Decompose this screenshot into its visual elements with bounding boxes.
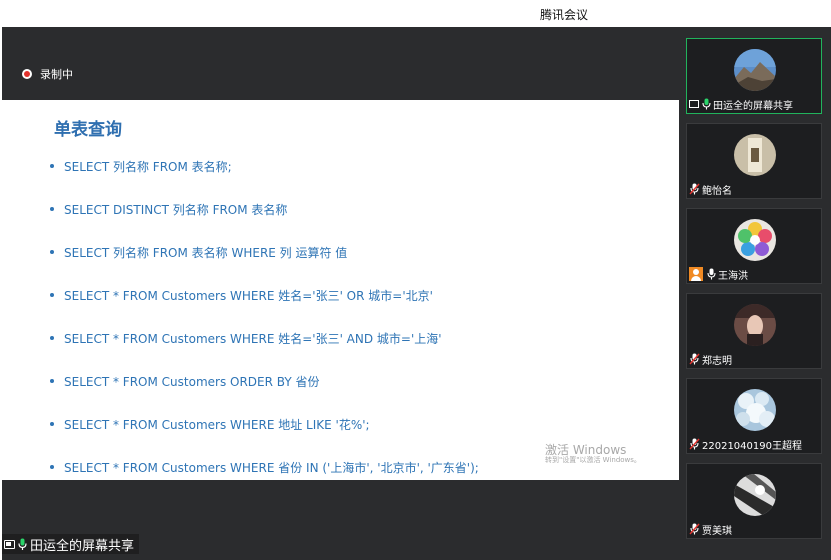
participant-tile[interactable]: 22021040190王超程 xyxy=(686,378,822,454)
mic-icon xyxy=(707,268,716,280)
participant-name: 田运全的屏幕共享 xyxy=(713,100,793,112)
participant-name: 22021040190王超程 xyxy=(702,440,802,452)
screen-share-icon xyxy=(4,539,15,549)
participant-label: 郑志明 xyxy=(689,352,732,367)
mic-muted-icon xyxy=(689,523,700,535)
snow-avatar xyxy=(734,389,776,431)
flower-avatar xyxy=(734,219,776,261)
bullet-icon xyxy=(50,163,54,168)
watermark-subtitle: 转到"设置"以激活 Windows。 xyxy=(545,455,641,464)
mic-muted-icon xyxy=(689,438,700,450)
mic-icon xyxy=(702,98,711,110)
shared-screen-area: 录制中 单表查询 SELECT 列名称 FROM 表名称; SELECT DIS… xyxy=(2,27,679,560)
record-icon xyxy=(22,69,32,79)
mic-muted-icon xyxy=(689,183,700,195)
list-item: SELECT * FROM Customers WHERE 姓名='张三' OR… xyxy=(50,274,479,317)
photo-avatar xyxy=(734,134,776,176)
participant-tile[interactable]: 贾美琪 xyxy=(686,463,822,539)
share-label-text: 田运全的屏幕共享 xyxy=(30,538,135,554)
bullet-icon xyxy=(50,249,54,254)
list-item: SELECT 列名称 FROM 表名称; xyxy=(50,145,479,188)
recording-label: 录制中 xyxy=(40,68,73,81)
slide-bullet-list: SELECT 列名称 FROM 表名称; SELECT DISTINCT 列名称… xyxy=(50,145,479,489)
participant-label: 鲍怡名 xyxy=(689,182,732,197)
watermark-title: 激活 Windows xyxy=(545,443,627,457)
list-item: SELECT * FROM Customers ORDER BY 省份 xyxy=(50,360,479,403)
bullet-icon xyxy=(50,421,54,426)
participant-tile[interactable]: 王海洪 xyxy=(686,208,822,284)
meeting-window: 腾讯会议 录制中 单表查询 SELECT 列名称 FROM 表名称; SELEC… xyxy=(0,0,831,560)
list-item: SELECT * FROM Customers WHERE 地址 LIKE '花… xyxy=(50,403,479,446)
participant-tile[interactable]: 田运全的屏幕共享 xyxy=(686,38,822,114)
bullet-icon xyxy=(50,292,54,297)
mic-muted-icon xyxy=(689,353,700,365)
windows-activation-watermark: 激活 Windows 转到"设置"以激活 Windows。 xyxy=(545,444,641,464)
window-title: 腾讯会议 xyxy=(540,8,589,22)
presentation-slide: 单表查询 SELECT 列名称 FROM 表名称; SELECT DISTINC… xyxy=(2,100,679,480)
bw-avatar xyxy=(734,474,776,516)
list-item: SELECT DISTINCT 列名称 FROM 表名称 xyxy=(50,188,479,231)
host-icon xyxy=(689,267,703,281)
bullet-icon xyxy=(50,378,54,383)
participant-tile[interactable]: 郑志明 xyxy=(686,293,822,369)
title-bar: 腾讯会议 xyxy=(0,0,831,27)
participant-label: 贾美琪 xyxy=(689,522,732,537)
participant-name: 贾美琪 xyxy=(702,525,732,537)
participant-tile[interactable]: 鲍怡名 xyxy=(686,123,822,199)
participant-name: 鲍怡名 xyxy=(702,185,732,197)
bullet-icon xyxy=(50,335,54,340)
screen-share-label[interactable]: 田运全的屏幕共享 xyxy=(2,534,140,554)
list-item: SELECT * FROM Customers WHERE 省份 IN ('上海… xyxy=(50,446,479,489)
slide-title: 单表查询 xyxy=(54,120,122,140)
recording-indicator[interactable]: 录制中 xyxy=(22,67,73,81)
mic-icon xyxy=(18,538,27,550)
list-item: SELECT 列名称 FROM 表名称 WHERE 列 运算符 值 xyxy=(50,231,479,274)
list-item: SELECT * FROM Customers WHERE 姓名='张三' AN… xyxy=(50,317,479,360)
portrait-avatar xyxy=(734,304,776,346)
participant-label: 王海洪 xyxy=(689,267,748,282)
participant-name: 王海洪 xyxy=(718,270,748,282)
bullet-icon xyxy=(50,206,54,211)
participant-name: 郑志明 xyxy=(702,355,732,367)
mountain-avatar xyxy=(734,49,776,91)
participant-label: 田运全的屏幕共享 xyxy=(689,97,793,112)
participant-label: 22021040190王超程 xyxy=(689,437,802,452)
participant-sidebar: 田运全的屏幕共享 鲍怡名 王海洪 郑志明 22021040190王超程 贾美琪 xyxy=(679,27,831,560)
bullet-icon xyxy=(50,464,54,469)
screen-share-icon xyxy=(689,100,699,108)
